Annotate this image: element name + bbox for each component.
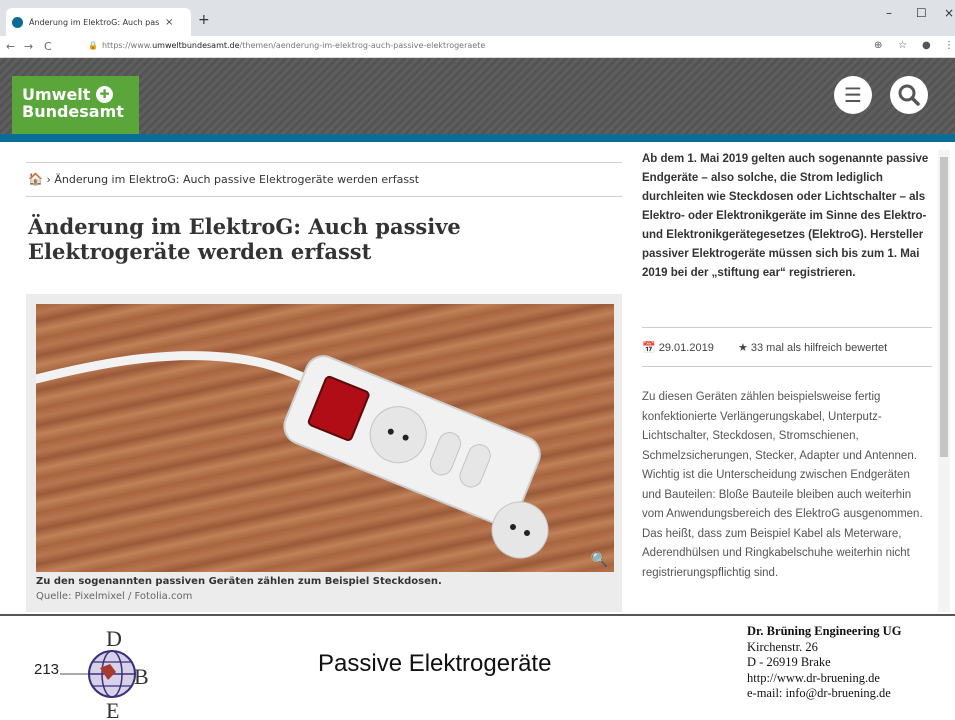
dbe-globe-logo: D B E [60,626,149,718]
tab-title: Änderung im ElektroG: Auch pas: [29,17,159,27]
presentation-slide: Änderung im ElektroG: Auch pas: × + – ☐ … [0,0,955,720]
article-aside: Ab dem 1. Mai 2019 gelten auch sogenannt… [642,150,932,612]
article-body: Zu diesen Geräten zählen beispielsweise … [642,391,923,579]
slide-number: 213 [34,661,60,678]
new-tab-button[interactable]: + [198,12,210,28]
power-strip-photo[interactable]: 🔍 [36,304,614,572]
company-city: D - 26919 Brake [747,655,831,669]
umweltbundesamt-logo[interactable]: Umwelt ✚ Bundesamt [12,76,139,134]
page-title: Änderung im ElektroG: Auch passive Elekt… [28,214,461,264]
maximize-button[interactable]: ☐ [916,6,927,20]
star-rating-icon: ★ [737,342,748,354]
minimize-button[interactable]: – [886,6,892,20]
logo-line-2: Bundesamt [22,102,124,121]
logo-letter-b: B [134,664,149,689]
site-header: Umwelt ✚ Bundesamt ☰ [0,58,955,134]
footer-divider [0,614,955,616]
browser-tab-bar: Änderung im ElektroG: Auch pas: × + – ☐ … [0,0,955,36]
header-accent-bar [0,134,955,142]
hamburger-menu-icon[interactable]: ☰ [834,76,872,114]
slide-title: Passive Elektrogeräte [318,650,552,677]
article-meta: 📅 29.01.2019 ★ 33 mal als hilfreich bewe… [642,341,887,354]
url-prefix: https://www. [101,41,153,50]
calendar-icon: 📅 [642,342,656,354]
url-host: umweltbundesamt.de [152,41,240,50]
url-path: /themen/aenderung-im-elektrog-auch-passi… [239,41,486,50]
aside-divider-top [642,327,932,328]
logo-letter-d: D [106,626,122,651]
forward-button[interactable]: → [24,40,33,53]
logo-letter-e: E [106,698,119,718]
breadcrumb-divider-bottom [26,196,622,197]
reload-button[interactable]: C [44,40,52,53]
aside-divider-bottom [642,366,932,367]
company-address: Dr. Brüning Engineering UG Kirchenstr. 2… [747,624,901,702]
url-field[interactable]: 🔒 https://www.umweltbundesamt.de/themen/a… [88,41,485,50]
breadcrumb-divider-top [26,162,622,163]
article-figure: 🔍 Zu den sogenannten passiven Geräten zä… [26,294,622,612]
helpful-rating: 33 mal als hilfreich bewertet [750,342,888,354]
site-favicon-icon [12,16,23,28]
logo-leaf-icon: ✚ [96,86,114,103]
company-email: e-mail: info@dr-bruening.de [747,686,891,700]
image-zoom-icon[interactable]: 🔍 [591,552,608,568]
article-date: 29.01.2019 [658,342,714,354]
company-name: Dr. Brüning Engineering UG [747,624,902,638]
back-button[interactable]: ← [6,40,15,53]
home-icon[interactable]: 🏠 [28,172,43,186]
menu-dots-icon[interactable]: ⋮ [944,40,954,51]
address-bar: ← → C 🔒 https://www.umweltbundesamt.de/th… [0,36,955,58]
scrollbar-thumb[interactable] [940,157,948,457]
search-icon[interactable] [890,76,928,114]
breadcrumb-separator-icon: › [46,173,51,186]
breadcrumb-current: Änderung im ElektroG: Auch passive Elekt… [54,173,420,186]
browser-tab[interactable]: Änderung im ElektroG: Auch pas: × [6,8,191,36]
lock-icon: 🔒 [88,41,98,50]
company-street: Kirchenstr. 26 [747,639,818,654]
star-icon[interactable]: ☆ [898,40,907,51]
figure-source: Quelle: Pixelmixel / Fotolia.com [36,591,193,602]
tab-close-icon[interactable]: × [165,17,173,28]
article-main: 🏠 › Änderung im ElektroG: Auch passive E… [26,142,622,612]
company-web: http://www.dr-bruening.de [747,670,880,685]
close-window-button[interactable]: × [944,6,954,20]
article-teaser: Ab dem 1. Mai 2019 gelten auch sogenannt… [642,153,929,279]
zoom-icon[interactable]: ⊕ [874,40,882,51]
figure-caption: Zu den sogenannten passiven Geräten zähl… [36,576,442,587]
breadcrumb: 🏠 › Änderung im ElektroG: Auch passive E… [28,172,419,186]
profile-icon[interactable]: ● [922,40,931,51]
